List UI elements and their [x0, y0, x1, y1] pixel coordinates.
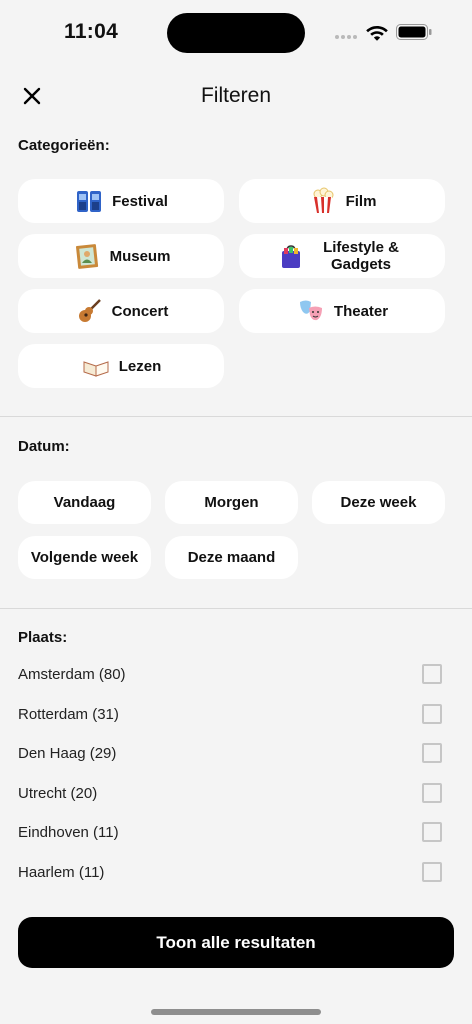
category-label: Festival: [112, 192, 168, 210]
city-label: Haarlem (11): [18, 864, 105, 881]
category-chip-museum[interactable]: Museum: [18, 234, 224, 278]
category-label: Lezen: [118, 357, 162, 375]
place-title: Plaats:: [18, 629, 68, 646]
guitar-icon: [74, 296, 104, 326]
dynamic-island: [167, 13, 305, 53]
city-checkbox[interactable]: [422, 783, 442, 803]
category-label: Museum: [109, 247, 171, 265]
city-checkbox[interactable]: [422, 743, 442, 763]
popcorn-icon: [308, 186, 338, 216]
festival-icon: [74, 186, 104, 216]
city-row-utrecht[interactable]: Utrecht (20): [0, 775, 472, 815]
city-label: Utrecht (20): [18, 785, 98, 802]
shopping-bag-icon: [276, 241, 306, 271]
status-time: 11:04: [64, 20, 119, 43]
category-chip-lezen[interactable]: Lezen: [18, 344, 224, 388]
city-checkbox[interactable]: [422, 704, 442, 724]
date-label: Vandaag: [53, 494, 116, 511]
category-label: Film: [345, 192, 377, 210]
city-checkbox[interactable]: [422, 862, 442, 882]
city-label: Den Haag (29): [18, 745, 117, 762]
category-label: Theater: [333, 302, 389, 320]
date-title: Datum:: [18, 438, 70, 455]
divider: [0, 608, 472, 609]
date-chip-volgende-week[interactable]: Volgende week: [18, 536, 151, 579]
date-chip-deze-week[interactable]: Deze week: [312, 481, 445, 524]
city-row-haarlem[interactable]: Haarlem (11): [0, 854, 472, 894]
date-label: Deze maand: [187, 549, 276, 566]
category-label: Concert: [111, 302, 169, 320]
home-indicator[interactable]: [151, 1009, 321, 1015]
framed-picture-icon: [72, 241, 102, 271]
status-bar: 11:04: [0, 0, 472, 64]
divider: [0, 416, 472, 417]
date-chip-vandaag[interactable]: Vandaag: [18, 481, 151, 524]
category-chip-film[interactable]: Film: [239, 179, 445, 223]
category-chip-lifestyle-gadgets[interactable]: Lifestyle & Gadgets: [239, 234, 445, 278]
header: Filteren: [0, 72, 472, 122]
date-label: Morgen: [204, 494, 259, 511]
date-chip-morgen[interactable]: Morgen: [165, 481, 298, 524]
wifi-icon: [365, 23, 389, 41]
city-checkbox[interactable]: [422, 822, 442, 842]
filter-screen: 11:04 Filteren Categorieën: Festival Fil…: [0, 0, 472, 1024]
page-title: Filteren: [200, 84, 272, 107]
show-all-results-button[interactable]: Toon alle resultaten: [18, 917, 454, 968]
cellular-signal-icon: [335, 35, 359, 41]
city-label: Rotterdam (31): [18, 706, 119, 723]
battery-icon: [396, 24, 432, 40]
city-checkbox[interactable]: [422, 664, 442, 684]
date-label: Volgende week: [30, 549, 139, 566]
categories-title: Categorieën:: [18, 137, 110, 154]
date-label: Deze week: [340, 494, 417, 511]
date-chip-deze-maand[interactable]: Deze maand: [165, 536, 298, 579]
theater-masks-icon: [296, 296, 326, 326]
city-label: Amsterdam (80): [18, 666, 126, 683]
category-chip-festival[interactable]: Festival: [18, 179, 224, 223]
category-label: Lifestyle & Gadgets: [323, 239, 399, 273]
city-row-den-haag[interactable]: Den Haag (29): [0, 735, 472, 775]
city-row-rotterdam[interactable]: Rotterdam (31): [0, 696, 472, 736]
category-chip-theater[interactable]: Theater: [239, 289, 445, 333]
city-row-eindhoven[interactable]: Eindhoven (11): [0, 814, 472, 854]
city-label: Eindhoven (11): [18, 824, 119, 841]
category-chip-concert[interactable]: Concert: [18, 289, 224, 333]
open-book-icon: [81, 351, 111, 381]
city-row-amsterdam[interactable]: Amsterdam (80): [0, 656, 472, 696]
